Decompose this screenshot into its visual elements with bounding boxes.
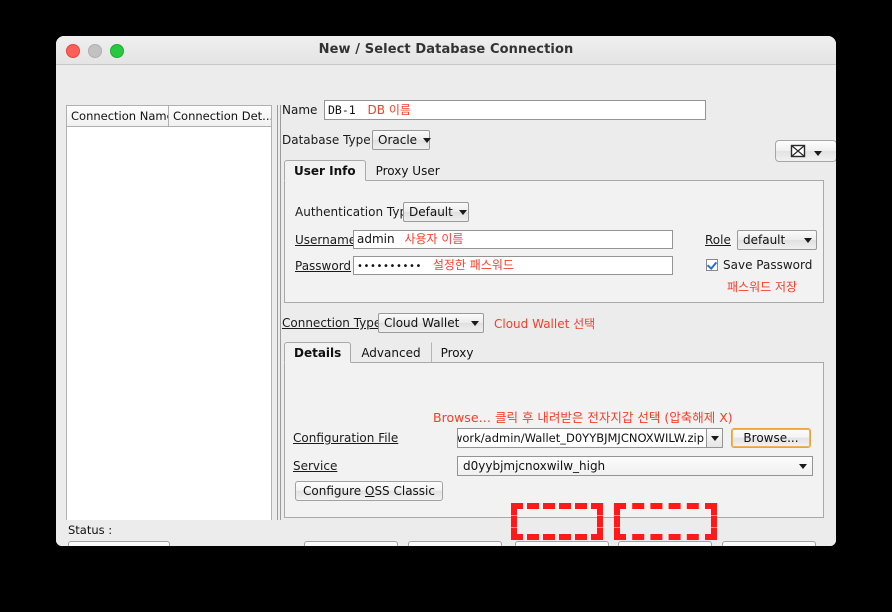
chevron-down-icon — [814, 151, 822, 156]
save-password-annotation: 패스워드 저장 — [727, 280, 798, 294]
cancel-button[interactable]: Cancel — [722, 541, 816, 546]
service-label-text: Service — [293, 459, 338, 473]
role-label: Role — [705, 233, 737, 247]
save-password-label: Save Password — [723, 258, 813, 272]
tab-advanced[interactable]: Advanced — [351, 342, 430, 363]
username-annotation: 사용자 이름 — [404, 232, 464, 246]
connection-type-annotation: Cloud Wallet 선택 — [494, 316, 596, 331]
clear-button[interactable]: Clear — [408, 541, 502, 546]
chevron-down-icon — [458, 209, 467, 215]
connection-type-combo[interactable]: Cloud Wallet — [378, 313, 484, 333]
role-combo[interactable]: default — [737, 230, 817, 250]
configuration-file-label-text: Configuration File — [293, 431, 399, 445]
username-input-value: admin — [357, 232, 395, 246]
database-type-label: Database Type — [282, 133, 371, 147]
tab-details[interactable]: Details — [284, 342, 352, 363]
cancel-button-label: Cancel — [749, 545, 790, 547]
database-connection-dialog: New / Select Database Connection Connect… — [56, 36, 836, 546]
chevron-down-icon — [710, 435, 719, 441]
save-password-checkbox[interactable] — [706, 259, 718, 271]
role-label-text: Role — [705, 233, 731, 247]
password-input[interactable]: •••••••••• 설정한 패스워드 — [353, 256, 673, 275]
user-info-tabstrip: User Info Proxy User — [284, 160, 826, 181]
configure-oss-classic-label: Configure OSS Classic — [303, 484, 435, 498]
configuration-file-value-box[interactable]: network/admin/Wallet_D0YYBJMJCNOXWILW.zi… — [457, 428, 706, 448]
configuration-file-combo[interactable]: network/admin/Wallet_D0YYBJMJCNOXWILW.zi… — [457, 428, 723, 448]
configuration-file-label: Configuration File — [293, 431, 457, 445]
name-row: Name DB-1 DB 이름 — [282, 99, 826, 121]
status-bar: Status : — [68, 523, 112, 537]
authentication-type-value: Default — [409, 205, 453, 219]
password-label-text: Password — [295, 258, 352, 273]
password-label: Password — [295, 259, 353, 273]
name-input-value: DB-1 — [328, 103, 356, 117]
username-row: Username admin 사용자 이름 — [295, 230, 673, 249]
save-password-row[interactable]: Save Password — [706, 258, 812, 272]
connection-list-body[interactable] — [67, 127, 271, 520]
tab-user-info[interactable]: User Info — [284, 160, 366, 181]
browse-annotation: Browse… 클릭 후 내려받은 전자지갑 선택 (압축해제 X) — [433, 410, 733, 425]
configuration-file-dropdown-arrow[interactable] — [706, 428, 723, 448]
column-header-connection-details[interactable]: Connection Det... — [169, 106, 271, 126]
password-annotation: 설정한 패스워드 — [432, 258, 514, 272]
connection-list-panel[interactable]: Connection Name Connection Det... — [66, 105, 272, 520]
connection-type-label: Connection Type — [282, 316, 382, 330]
screenshot-root: New / Select Database Connection Connect… — [0, 0, 892, 612]
authentication-type-combo[interactable]: Default — [403, 202, 469, 222]
authentication-type-label: Authentication Type — [295, 205, 415, 219]
configuration-file-value: network/admin/Wallet_D0YYBJMJCNOXWILW.zi… — [457, 431, 704, 445]
save-button[interactable]: Save — [304, 541, 398, 546]
connection-form: Name DB-1 DB 이름 Color — [282, 99, 836, 518]
connection-type-label-text: Connection Type — [282, 316, 382, 330]
clear-button-label: Clear — [439, 545, 470, 547]
color-button[interactable] — [775, 140, 836, 162]
password-input-value: •••••••••• — [357, 261, 422, 272]
configure-oss-classic-button[interactable]: Configure OSS Classic — [295, 481, 443, 501]
database-type-combo[interactable]: Oracle — [372, 130, 432, 150]
user-info-panel: Authentication Type Default Username adm… — [284, 180, 824, 303]
test-button[interactable]: Test — [515, 541, 609, 546]
name-input[interactable]: DB-1 DB 이름 — [324, 100, 706, 120]
database-type-value: Oracle — [378, 133, 418, 147]
service-value: d0yybjmjcnoxwilw_high — [463, 459, 606, 473]
role-value: default — [743, 233, 786, 247]
username-label: Username — [295, 232, 357, 247]
dialog-content: Connection Name Connection Det... Name D… — [56, 65, 836, 546]
connect-button-label: Connect — [640, 545, 690, 547]
service-row: Service d0yybjmjcnoxwilw_high — [293, 456, 817, 476]
service-label: Service — [293, 459, 457, 473]
chevron-down-icon — [471, 320, 479, 326]
browse-button[interactable]: Browse... — [731, 428, 811, 448]
configuration-file-row: Configuration File network/admin/Wallet_… — [293, 428, 817, 448]
details-panel: Browse… 클릭 후 내려받은 전자지갑 선택 (압축해제 X) Confi… — [284, 362, 824, 518]
role-row: Role default — [705, 230, 817, 250]
connection-list-header: Connection Name Connection Det... — [67, 106, 271, 127]
chevron-down-icon — [799, 463, 807, 469]
window-title: New / Select Database Connection — [318, 42, 574, 57]
connection-type-value: Cloud Wallet — [384, 316, 460, 330]
details-tabstrip: Details Advanced Proxy — [284, 342, 826, 363]
name-label: Name — [282, 103, 318, 117]
no-color-swatch-icon — [790, 144, 806, 158]
chevron-down-icon — [423, 137, 432, 143]
help-button-label: Help — [105, 545, 132, 547]
password-row: Password •••••••••• 설정한 패스워드 — [295, 256, 673, 275]
authentication-type-row: Authentication Type Default — [295, 202, 469, 222]
name-annotation: DB 이름 — [367, 103, 411, 117]
username-input[interactable]: admin 사용자 이름 — [353, 230, 673, 249]
connect-button[interactable]: Connect — [618, 541, 712, 546]
test-button-label: Test — [550, 545, 574, 547]
column-header-connection-name[interactable]: Connection Name — [67, 106, 169, 126]
tab-proxy-user[interactable]: Proxy User — [366, 160, 450, 181]
database-type-row: Database Type Oracle — [282, 128, 826, 152]
chevron-down-icon — [804, 237, 812, 243]
service-combo[interactable]: d0yybjmjcnoxwilw_high — [457, 456, 813, 476]
connection-type-row: Connection Type Cloud Wallet Cloud Walle… — [282, 311, 826, 335]
save-button-label: Save — [336, 545, 365, 547]
username-label-text: Username — [295, 232, 357, 247]
tab-proxy[interactable]: Proxy — [430, 342, 484, 363]
help-button[interactable]: Help — [68, 541, 170, 546]
title-bar[interactable]: New / Select Database Connection — [56, 36, 836, 65]
status-label: Status : — [68, 523, 113, 537]
